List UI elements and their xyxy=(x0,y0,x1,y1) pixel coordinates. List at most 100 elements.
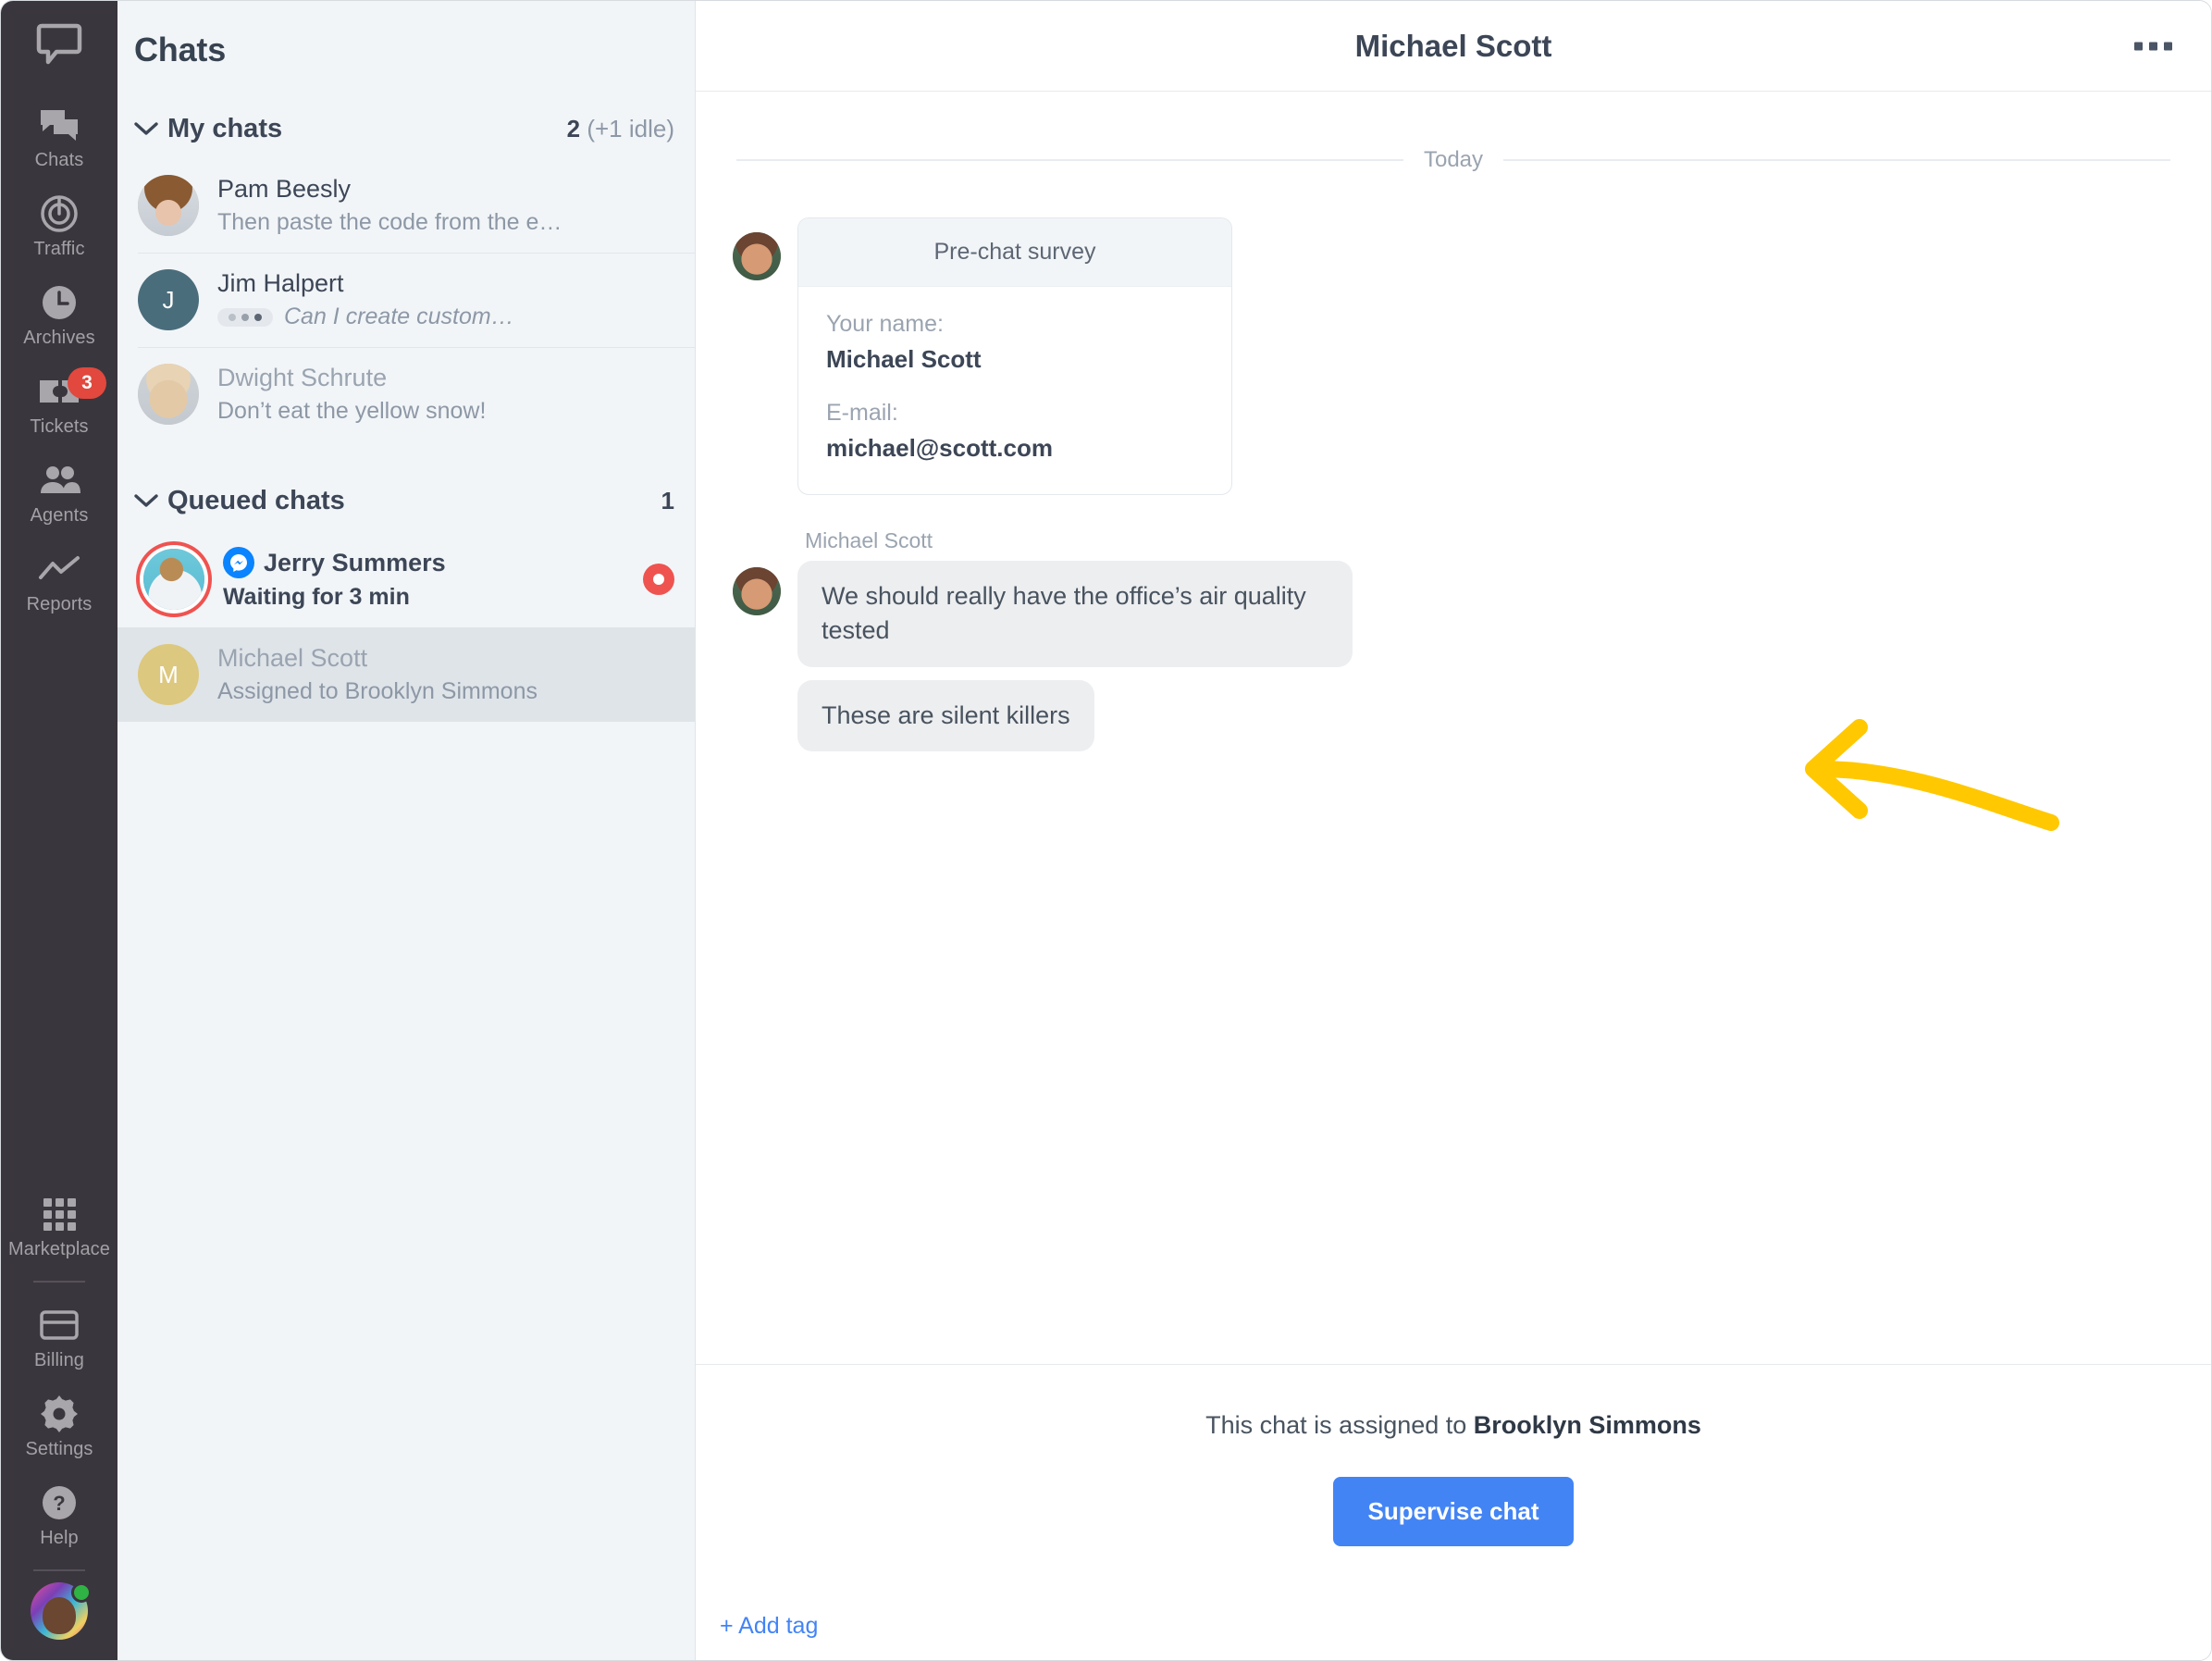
page-title: Chats xyxy=(134,31,227,68)
marketplace-grid-icon xyxy=(42,1196,77,1233)
typing-indicator-icon xyxy=(217,307,273,327)
sidebar-item-label: Billing xyxy=(33,1350,85,1370)
sidebar-item-marketplace[interactable]: Marketplace xyxy=(1,1183,117,1271)
jim-avatar: J xyxy=(138,269,199,330)
current-user-avatar-button[interactable] xyxy=(1,1582,117,1640)
chat-name: Pam Beesly xyxy=(217,175,352,203)
chat-list-item-michael-scott[interactable]: M Michael Scott Assigned to Brooklyn Sim… xyxy=(117,627,695,722)
prechat-survey-block: Pre-chat survey Your name: Michael Scott… xyxy=(718,217,2189,495)
chat-list-item-jerry-summers[interactable]: Jerry Summers Waiting for 3 min xyxy=(117,530,695,627)
help-question-icon: ? xyxy=(41,1484,78,1521)
chat-list-item-dwight-schrute[interactable]: Dwight Schrute Don’t eat the yellow snow… xyxy=(117,347,695,441)
prechat-survey-card: Pre-chat survey Your name: Michael Scott… xyxy=(797,217,1232,495)
chat-name: Jerry Summers xyxy=(223,547,624,578)
message-bubble: These are silent killers xyxy=(797,679,1094,751)
svg-text:?: ? xyxy=(53,1492,65,1515)
message-group-michael-scott: Michael Scott We should really have the … xyxy=(718,528,2189,764)
chats-icon xyxy=(39,106,80,143)
chat-list-item-text: Jim Halpert Can I create custom… xyxy=(217,269,674,330)
jerry-avatar xyxy=(143,548,204,610)
rail-divider-bottom xyxy=(33,1569,85,1571)
assignment-status: This chat is assigned to Brooklyn Simmon… xyxy=(696,1411,2211,1440)
message-column: Michael Scott We should really have the … xyxy=(797,528,1353,764)
michael-avatar: M xyxy=(138,644,199,705)
chat-preview-typing: Can I create custom… xyxy=(217,304,674,330)
supervise-chat-button[interactable]: Supervise chat xyxy=(1332,1477,1575,1546)
chat-list-item-pam-beesly[interactable]: Pam Beesly Then paste the code from the … xyxy=(117,158,695,253)
group-header-queued-chats[interactable]: Queued chats 1 xyxy=(117,471,695,530)
sidebar-item-chats[interactable]: Chats xyxy=(1,93,117,182)
assignment-prefix: This chat is assigned to xyxy=(1205,1411,1474,1439)
app-logo[interactable] xyxy=(1,23,117,66)
survey-field-label: Your name: xyxy=(826,311,944,337)
chat-preview: Don’t eat the yellow snow! xyxy=(217,398,487,424)
chat-list-item-text: Pam Beesly Then paste the code from the … xyxy=(217,175,674,236)
chat-name: Michael Scott xyxy=(217,644,368,672)
sidebar-item-settings[interactable]: Settings xyxy=(1,1382,117,1471)
chat-conversation-panel: Michael Scott Today Pre-chat survey Your… xyxy=(696,1,2211,1660)
settings-gear-icon xyxy=(41,1395,78,1432)
sidebar-item-label: Marketplace xyxy=(7,1239,111,1259)
chat-name: Dwight Schrute xyxy=(217,364,388,391)
divider-line-right xyxy=(1503,159,2171,161)
day-divider: Today xyxy=(736,147,2171,173)
group-count: 1 xyxy=(661,486,674,514)
primary-nav-rail: Chats Traffic Archives 3 Tickets Agents … xyxy=(1,1,117,1660)
sidebar-item-archives[interactable]: Archives xyxy=(1,271,117,360)
supervise-button-wrap: Supervise chat xyxy=(696,1477,2211,1546)
dwight-avatar xyxy=(138,364,199,425)
group-header-my-chats[interactable]: My chats 2 (+1 idle) xyxy=(117,99,695,158)
group-title: My chats xyxy=(167,113,283,143)
michael-scott-avatar xyxy=(733,232,781,280)
divider-line-left xyxy=(736,159,1403,161)
survey-field-label: E-mail: xyxy=(826,400,898,426)
sidebar-item-agents[interactable]: Agents xyxy=(1,449,117,538)
sidebar-item-label: Chats xyxy=(34,150,84,170)
chevron-down-icon xyxy=(130,121,162,136)
sidebar-item-label: Agents xyxy=(30,505,89,526)
group-count: 2 (+1 idle) xyxy=(566,114,674,143)
sidebar-item-reports[interactable]: Reports xyxy=(1,538,117,626)
chat-preview: Waiting for 3 min xyxy=(223,584,410,610)
chat-list-item-text: Jerry Summers Waiting for 3 min xyxy=(223,547,624,611)
sidebar-item-label: Settings xyxy=(25,1439,93,1459)
survey-body: Your name: Michael Scott E-mail: michael… xyxy=(798,287,1231,494)
michael-scott-avatar xyxy=(733,567,781,615)
survey-field-value: Michael Scott xyxy=(826,345,982,373)
chat-list-item-text: Michael Scott Assigned to Brooklyn Simmo… xyxy=(217,644,674,705)
sidebar-item-help[interactable]: ? Help xyxy=(1,1471,117,1560)
unread-indicator-icon xyxy=(643,563,674,595)
chevron-down-icon xyxy=(130,493,162,508)
sidebar-item-traffic[interactable]: Traffic xyxy=(1,182,117,271)
chat-name: Jim Halpert xyxy=(217,269,344,297)
rail-divider xyxy=(33,1281,85,1283)
livechat-app-window: Chats Traffic Archives 3 Tickets Agents … xyxy=(0,0,2212,1661)
sidebar-item-label: Archives xyxy=(23,328,95,348)
group-title: Queued chats xyxy=(167,485,345,515)
archives-clock-icon xyxy=(40,284,79,321)
chat-preview: Then paste the code from the e… xyxy=(217,209,562,235)
online-status-dot xyxy=(71,1582,92,1603)
chat-name-text: Jerry Summers xyxy=(264,548,446,576)
message-bubble: We should really have the office’s air q… xyxy=(797,561,1353,667)
add-tag-button[interactable]: + Add tag xyxy=(720,1613,818,1640)
day-divider-label: Today xyxy=(1423,147,1484,172)
messenger-icon xyxy=(223,547,254,578)
reports-chart-icon xyxy=(38,551,80,588)
survey-column: Pre-chat survey Your name: Michael Scott… xyxy=(797,217,1232,495)
billing-card-icon xyxy=(40,1307,79,1344)
conversation-footer: This chat is assigned to Brooklyn Simmon… xyxy=(696,1364,2211,1660)
sidebar-item-label: Reports xyxy=(26,594,93,614)
chat-logo-icon xyxy=(36,23,82,65)
sidebar-item-billing[interactable]: Billing xyxy=(1,1294,117,1382)
rail-bottom-section: Marketplace Billing Settings ? Help xyxy=(1,1183,117,1660)
more-options-icon[interactable] xyxy=(2125,32,2181,59)
agents-icon xyxy=(38,462,80,499)
sidebar-item-tickets[interactable]: 3 Tickets xyxy=(1,360,117,449)
conversation-header: Michael Scott xyxy=(696,1,2211,92)
group-count-idle: (+1 idle) xyxy=(580,114,674,143)
chat-list-item-text: Dwight Schrute Don’t eat the yellow snow… xyxy=(217,364,674,425)
sidebar-item-label: Tickets xyxy=(30,416,89,437)
chat-list-item-jim-halpert[interactable]: J Jim Halpert Can I create custom… xyxy=(117,253,695,347)
chat-preview: Can I create custom… xyxy=(284,304,514,329)
